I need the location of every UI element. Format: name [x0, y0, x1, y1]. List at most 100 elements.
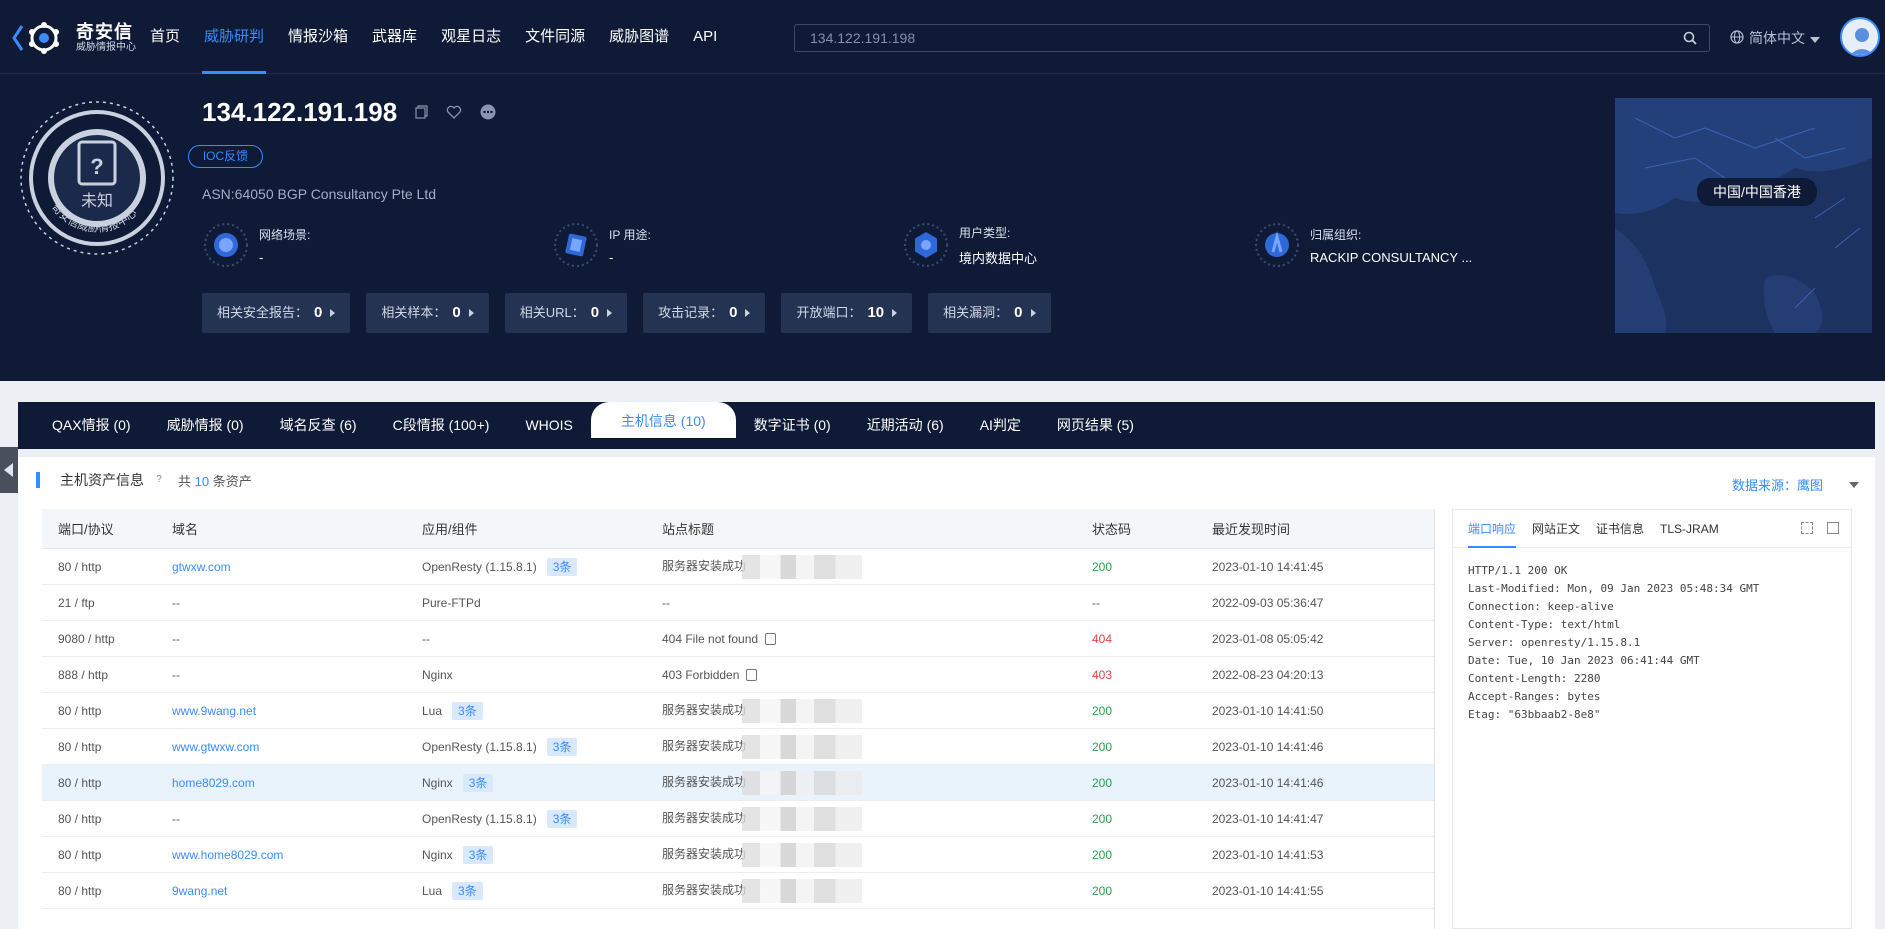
stat-urls[interactable]: 相关URL： 0 [504, 293, 628, 333]
stats-pills: 相关安全报告： 0 相关样本： 0 相关URL： 0 攻击记录： 0 开放端口： 10 相… [202, 293, 1051, 333]
tab-host-info[interactable]: 主机信息 (10) [590, 402, 736, 438]
data-source-value[interactable]: 鹰图 [1797, 475, 1823, 494]
blurred-text [742, 878, 863, 903]
table-row[interactable]: 80 / http www.9wang.net Lua 3条 服务器安装成功 20… [42, 693, 1434, 729]
host-info-panel: 主机资产信息 ? 共 10 条资产 数据来源： 鹰图 端口/协议 域名 应用/组… [18, 457, 1875, 929]
menu-file-homology[interactable]: 文件同源 [513, 0, 597, 74]
tab-whois[interactable]: WHOIS [507, 402, 590, 449]
detail-tabs: QAX情报 (0) 威胁情报 (0) 域名反查 (6) C段情报 (100+) … [18, 402, 1875, 449]
ioc-feedback-button[interactable]: IOC反馈 [188, 145, 263, 168]
caret-right-icon [330, 309, 336, 317]
copy-icon[interactable] [746, 668, 758, 681]
app-count-tag[interactable]: 3条 [452, 701, 483, 720]
menu-api[interactable]: API [681, 0, 729, 74]
tab-tls-jarm[interactable]: TLS-JRAM [1660, 522, 1719, 536]
domain-link[interactable]: home8029.com [172, 776, 255, 790]
language-selector[interactable]: 简体中文 [1730, 28, 1820, 48]
stat-open-ports[interactable]: 开放端口： 10 [781, 293, 913, 333]
ip-address-title: 134.122.191.198 [202, 97, 398, 127]
menu-sandbox[interactable]: 情报沙箱 [276, 0, 360, 74]
tab-website-body[interactable]: 网站正文 [1532, 520, 1580, 537]
table-row[interactable]: 9080 / http -- -- 404 File not found 404… [42, 621, 1434, 657]
search-icon[interactable] [1683, 31, 1697, 45]
ip-usage-icon [553, 222, 599, 268]
avatar[interactable] [1840, 17, 1880, 57]
table-row[interactable]: 80 / http www.gtwxw.com OpenResty (1.15.… [42, 729, 1434, 765]
info-value: 境内数据中心 [959, 250, 1038, 266]
app-count-tag[interactable]: 3条 [546, 557, 578, 576]
risk-badge: ? 未知 奇安信威胁情报中心 [17, 98, 177, 258]
tab-port-response[interactable]: 端口响应 [1468, 510, 1517, 548]
table-header: 端口/协议 域名 应用/组件 站点标题 状态码 最近发现时间 [42, 509, 1434, 549]
panel-divider[interactable] [1434, 509, 1435, 929]
tab-cert-info[interactable]: 证书信息 [1596, 520, 1644, 537]
info-key: 网络场景: [259, 227, 311, 242]
search-input[interactable] [795, 25, 1655, 51]
logo-subtitle: 威胁情报中心 [76, 42, 136, 53]
more-options-icon[interactable] [480, 104, 496, 120]
tab-web-results[interactable]: 网页结果 (5) [1039, 402, 1152, 449]
caret-right-icon [892, 309, 898, 317]
app-count-tag[interactable]: 3条 [546, 809, 578, 828]
response-panel: 端口响应 网站正文 证书信息 TLS-JRAM HTTP/1.1 200 OK L… [1452, 509, 1852, 929]
domain-link[interactable]: www.home8029.com [172, 848, 283, 862]
tab-ai-verdict[interactable]: AI判定 [962, 402, 1039, 449]
chevron-down-icon[interactable] [1849, 481, 1859, 488]
copy-icon[interactable] [1827, 522, 1839, 534]
domain-link[interactable]: www.9wang.net [172, 704, 256, 718]
app-count-tag[interactable]: 3条 [462, 773, 494, 792]
table-row[interactable]: 80 / http 9wang.net Lua 3条 服务器安装成功 200 20… [42, 873, 1434, 909]
domain-link[interactable]: www.gtwxw.com [172, 740, 259, 754]
help-icon[interactable]: ? [152, 473, 166, 487]
domain-link[interactable]: gtwxw.com [172, 560, 231, 574]
table-row[interactable]: 80 / http -- OpenResty (1.15.8.1) 3条 服务器安… [42, 801, 1434, 837]
logo[interactable]: 奇安信 威胁情报中心 [12, 20, 136, 56]
tab-qax-intel[interactable]: QAX情报 (0) [34, 402, 149, 449]
tab-recent-activity[interactable]: 近期活动 (6) [849, 402, 962, 449]
menu-threat-graph[interactable]: 威胁图谱 [597, 0, 681, 74]
domain-link[interactable]: 9wang.net [172, 884, 227, 898]
tab-certificates[interactable]: 数字证书 (0) [736, 402, 849, 449]
menu-home[interactable]: 首页 [138, 0, 192, 74]
blurred-text [742, 806, 863, 831]
fullscreen-icon[interactable] [1801, 522, 1813, 534]
asset-count: 共 10 条资产 [178, 473, 252, 489]
tab-c-segment[interactable]: C段情报 (100+) [375, 402, 508, 449]
blurred-text [742, 734, 863, 759]
search-box [794, 24, 1710, 52]
info-organization: 归属组织: RACKIP CONSULTANCY ... [1254, 222, 1472, 268]
menu-threat-analysis[interactable]: 威胁研判 [192, 0, 276, 74]
collapse-sidebar-handle[interactable] [0, 447, 18, 493]
data-source[interactable]: 数据来源： 鹰图 [1732, 475, 1859, 494]
copy-icon[interactable] [412, 104, 428, 120]
caret-right-icon [607, 309, 613, 317]
info-value: RACKIP CONSULTANCY ... [1310, 249, 1473, 265]
table-row[interactable]: 80 / http www.home8029.com Nginx 3条 服务器安装… [42, 837, 1434, 873]
menu-log[interactable]: 观星日志 [429, 0, 513, 74]
tab-domain-reverse[interactable]: 域名反查 (6) [262, 402, 375, 449]
table-row[interactable]: 80 / http gtwxw.com OpenResty (1.15.8.1)… [42, 549, 1434, 585]
stat-vulnerabilities[interactable]: 相关漏洞： 0 [928, 293, 1051, 333]
caret-right-icon [468, 309, 474, 317]
app-count-tag[interactable]: 3条 [462, 845, 494, 864]
stat-security-reports[interactable]: 相关安全报告： 0 [202, 293, 351, 333]
favorite-heart-icon[interactable] [446, 104, 462, 120]
logo-title: 奇安信 [76, 22, 133, 42]
table-row[interactable]: 21 / ftp -- Pure-FTPd -- -- 2022-09-03 0… [42, 585, 1434, 621]
tab-threat-intel[interactable]: 威胁情报 (0) [149, 402, 262, 449]
geo-map[interactable]: 中国/中国香港 [1615, 98, 1872, 333]
app-count-tag[interactable]: 3条 [546, 737, 578, 756]
table-row[interactable]: 80 / http home8029.com Nginx 3条 服务器安装成功 2… [42, 765, 1434, 801]
badge-status: 未知 [81, 191, 113, 210]
app-count-tag[interactable]: 3条 [452, 881, 483, 900]
stat-attack-records[interactable]: 攻击记录： 0 [643, 293, 766, 333]
info-ip-usage: IP 用途: - [553, 222, 651, 268]
menu-arsenal[interactable]: 武器库 [360, 0, 429, 74]
table-row[interactable]: 888 / http -- Nginx 403 Forbidden 403 20… [42, 657, 1434, 693]
caret-right-icon [1030, 309, 1036, 317]
stat-samples[interactable]: 相关样本： 0 [366, 293, 489, 333]
copy-icon[interactable] [765, 632, 777, 645]
logo-icon [12, 20, 72, 56]
map-location-label: 中国/中国香港 [1697, 178, 1817, 206]
info-network-scene: 网络场景: - [203, 222, 310, 268]
